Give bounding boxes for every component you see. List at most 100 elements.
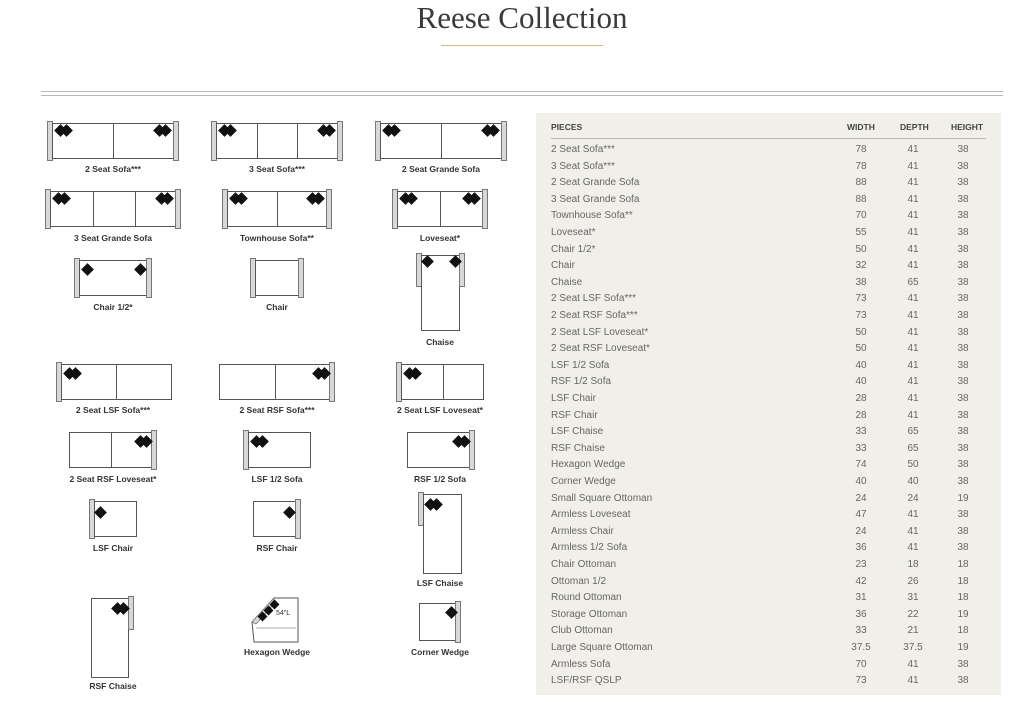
piece-name: 3 Seat Grande Sofa [551,193,640,205]
table-row: Armless 1/2 Sofa 36 41 38 [536,542,1001,559]
depth-cell: 24 [907,492,919,504]
width-cell: 24 [855,492,867,504]
depth-cell: 41 [907,409,919,421]
height-cell: 38 [957,409,969,421]
depth-cell: 41 [907,509,919,521]
piece-name: Chair Ottoman [551,559,617,570]
depth-cell: 41 [907,160,919,172]
piece-name: RSF 1/2 Sofa [551,376,612,388]
depth-cell: 41 [907,376,919,388]
height-cell: 38 [957,260,969,272]
diagram-hexagon-wedge [251,596,299,643]
table-row: Chair Ottoman 23 18 18 [536,559,1001,576]
width-cell: 78 [855,144,867,155]
diagram-chair [250,258,304,298]
diagram-3-seat-grande-sofa [45,189,181,229]
height-cell: 38 [957,376,969,388]
hexagon-wedge-dimension: 54"L [276,610,291,617]
depth-cell: 18 [907,559,919,570]
piece-name: Large Square Ottoman [551,642,653,653]
table-row: LSF 1/2 Sofa 40 41 38 [536,360,1001,377]
page-title: Reese Collection [416,0,628,35]
piece-name: LSF Chair [551,393,597,404]
width-cell: 50 [855,243,867,255]
depth-cell: 21 [907,625,919,637]
diagram-2-seat-rsf-sofa [219,362,335,402]
width-cell: 24 [855,525,867,537]
depth-cell: 37.5 [903,642,923,653]
table-row: LSF Chaise 33 65 38 [536,426,1001,443]
height-cell: 38 [957,509,969,521]
piece-name: Armless 1/2 Sofa [551,542,628,554]
piece-name: 2 Seat RSF Sofa*** [551,310,638,321]
diagram-2-seat-sofa [47,121,179,161]
height-cell: 38 [957,525,969,537]
height-cell: 18 [957,625,969,637]
table-row: 3 Seat Sofa*** 78 41 38 [536,161,1001,178]
piece-name: 2 Seat Sofa*** [551,144,615,155]
width-cell: 40 [855,376,867,388]
width-cell: 33 [855,625,867,637]
label-2-seat-lsf-sofa: 2 Seat LSF Sofa*** [75,405,151,415]
table-row: RSF Chaise 33 65 38 [536,443,1001,460]
table-row: Chaise 38 65 38 [536,277,1001,294]
height-cell: 38 [957,343,969,355]
width-cell: 74 [855,459,867,471]
diagram-2-seat-rsf-loveseat [69,430,157,470]
dimensions-table: PIECES WIDTH DEPTH HEIGHT 2 Seat Sofa***… [536,113,1001,695]
depth-cell: 41 [907,658,919,670]
height-cell: 38 [957,193,969,205]
width-cell: 37.5 [851,642,871,653]
depth-cell: 41 [907,193,919,205]
depth-cell: 41 [907,542,919,554]
width-cell: 70 [855,658,867,670]
table-row: 2 Seat LSF Loveseat* 50 41 38 [536,327,1001,344]
width-cell: 36 [855,542,867,554]
diagram-rsf-chaise [91,596,135,678]
height-cell: 19 [957,608,969,620]
depth-cell: 22 [907,608,919,620]
height-cell: 38 [957,177,969,189]
height-cell: 38 [957,293,969,305]
label-2-seat-sofa: 2 Seat Sofa*** [85,164,141,174]
diagram-loveseat [392,189,488,229]
height-cell: 19 [957,642,969,653]
width-cell: 40 [855,359,867,371]
depth-cell: 41 [907,393,919,404]
width-cell: 28 [855,393,867,404]
depth-cell: 65 [907,442,919,454]
depth-cell: 41 [907,210,919,222]
piece-name: Club Ottoman [551,625,613,637]
piece-name: RSF Chair [551,409,598,421]
width-cell: 55 [855,227,867,238]
height-cell: 38 [957,658,969,670]
height-cell: 38 [957,675,969,687]
diagram-townhouse-sofa [222,189,332,229]
table-row: 2 Seat Sofa*** 78 41 38 [536,144,1001,161]
piece-name: 2 Seat LSF Loveseat* [551,326,649,338]
width-cell: 33 [855,426,867,438]
table-row: Storage Ottoman 36 22 19 [536,609,1001,626]
diagram-rsf-half-sofa [407,430,475,470]
height-cell: 38 [957,210,969,222]
width-cell: 88 [855,177,867,189]
label-2-seat-grande-sofa: 2 Seat Grande Sofa [402,164,480,174]
table-row: Small Square Ottoman 24 24 19 [536,493,1001,510]
diagram-lsf-chaise [418,492,462,574]
piece-name: 2 Seat LSF Sofa*** [551,293,637,305]
width-cell: 73 [855,293,867,305]
height-cell: 38 [957,243,969,255]
label-lsf-chaise: LSF Chaise [416,578,464,588]
table-row: RSF 1/2 Sofa 40 41 38 [536,376,1001,393]
piece-name: 2 Seat RSF Loveseat* [551,343,650,355]
width-cell: 38 [855,276,867,288]
depth-cell: 41 [907,343,919,355]
height-cell: 38 [957,442,969,454]
divider-rule-top [41,91,1003,92]
height-cell: 38 [957,426,969,438]
diagram-corner-wedge [419,601,461,643]
table-row: LSF Chair 28 41 38 [536,393,1001,410]
width-cell: 50 [855,326,867,338]
height-cell: 38 [957,310,969,321]
depth-cell: 41 [907,260,919,272]
